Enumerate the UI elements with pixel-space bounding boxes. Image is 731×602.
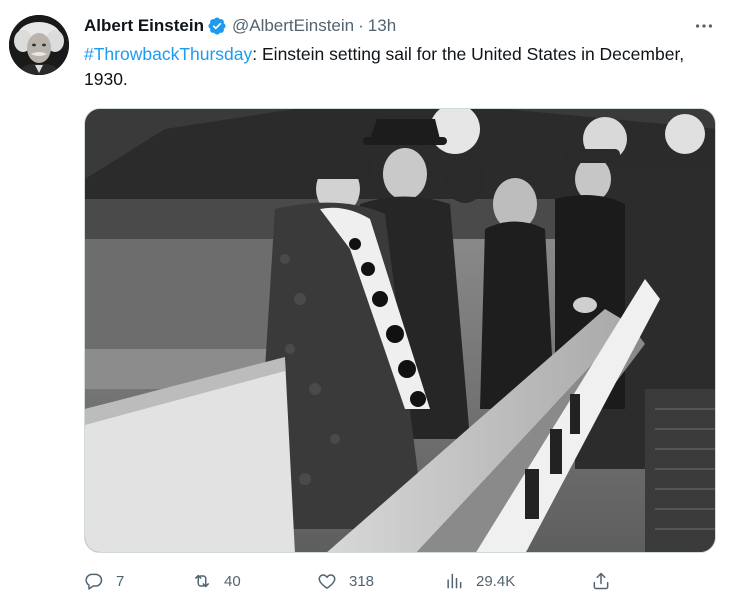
like-count: 318 [349,572,375,590]
tweet-header: Albert Einstein @AlbertEinstein · 13h [84,13,396,39]
tweet-actions: 7 40 318 29.4K [84,568,624,594]
share-icon [593,572,609,590]
retweet-icon [195,574,209,588]
share-button[interactable] [591,568,611,594]
more-options-button[interactable] [690,14,718,38]
views-button[interactable]: 29.4K [444,568,515,594]
tweet-text: #ThrowbackThursday: Einstein setting sai… [84,42,704,92]
photo-icon [85,109,715,552]
like-button[interactable]: 318 [317,568,374,594]
user-handle[interactable]: @AlbertEinstein [232,16,354,36]
retweet-button[interactable]: 40 [192,568,241,594]
avatar[interactable] [9,15,69,75]
hashtag-link[interactable]: #ThrowbackThursday [84,44,252,64]
reply-button[interactable]: 7 [84,568,124,594]
avatar-portrait-icon [9,15,69,75]
reply-icon [85,573,103,590]
tweet[interactable]: Albert Einstein @AlbertEinstein · 13h #T… [0,0,731,602]
display-name[interactable]: Albert Einstein [84,16,204,36]
heart-icon [318,574,336,589]
verified-badge-icon[interactable] [207,16,227,36]
reply-count: 7 [116,572,125,590]
bar-chart-icon [447,573,462,589]
timestamp[interactable]: 13h [368,16,396,36]
retweet-count: 40 [224,572,241,590]
tweet-photo[interactable] [84,108,716,553]
views-count: 29.4K [476,572,516,590]
separator-dot: · [358,16,364,35]
more-horizontal-icon [695,24,713,28]
